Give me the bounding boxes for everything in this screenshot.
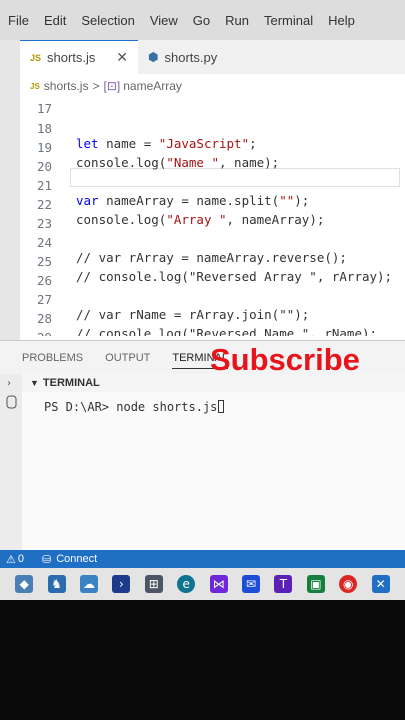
database-icon — [6, 395, 17, 409]
database-icon: ⛁ — [42, 553, 52, 566]
app-icon[interactable]: ▣ — [306, 575, 325, 593]
menu-help[interactable]: Help — [328, 13, 355, 28]
code-line: 28 // console.log("Reversed Name ", rNam… — [20, 296, 405, 336]
tab-label: shorts.js — [47, 50, 96, 65]
breadcrumb: JS shorts.js > [⊡] nameArray — [30, 76, 182, 96]
chevron-right-icon: › — [7, 378, 11, 389]
app-icon[interactable]: ◆ — [15, 575, 34, 593]
code-line: 19 console.log("Name ", name); — [20, 125, 405, 170]
menu-edit[interactable]: Edit — [44, 13, 66, 28]
problem-count: 0 — [17, 553, 24, 565]
menu-bar: File Edit Selection View Go Run Terminal… — [0, 0, 405, 40]
python-file-icon: ⬢ — [148, 50, 159, 64]
menu-file[interactable]: File — [8, 13, 29, 28]
panel-side-strip: › — [0, 374, 22, 550]
warning-icon: ⚠ — [6, 553, 16, 566]
breadcrumb-file[interactable]: shorts.js — [44, 79, 89, 93]
terminal-prompt: PS D:\AR> node shorts.js — [44, 400, 225, 414]
code-line: 21 var nameArray = name.split(""); — [20, 163, 405, 208]
connect-label: Connect — [56, 553, 98, 565]
terminal-title: TERMINAL — [42, 377, 100, 389]
network-icon[interactable]: ☁ — [80, 575, 99, 593]
visual-studio-icon[interactable]: ⋈ — [209, 575, 228, 593]
windows-taskbar: ◆ ♞ ☁ › ⊞ e ⋈ ✉ T ▣ ◉ ✕ — [0, 568, 405, 600]
edge-icon[interactable]: e — [177, 575, 196, 593]
js-file-icon: JS — [30, 81, 40, 91]
code-editor[interactable]: 17 18 let name = "JavaScript"; 19 consol… — [20, 96, 405, 336]
terminal-section-header[interactable]: ▼ TERMINAL — [22, 374, 405, 392]
close-icon[interactable]: ✕ — [116, 49, 128, 66]
terminal-area[interactable]: PS D:\AR> node shorts.js — [22, 392, 405, 550]
code-line: 17 — [20, 96, 405, 116]
outlook-icon[interactable]: ✉ — [242, 575, 261, 593]
line-number: 29 — [20, 330, 52, 336]
phone-bezel — [0, 600, 405, 720]
chrome-icon[interactable]: ◉ — [339, 575, 358, 593]
tab-label: shorts.py — [164, 49, 218, 65]
code-line: 23 — [20, 201, 405, 231]
js-file-icon: JS — [30, 52, 42, 63]
subscribe-overlay: Subscribe — [210, 342, 360, 377]
menu-go[interactable]: Go — [193, 13, 210, 28]
status-problems[interactable]: ⚠ 0 — [6, 553, 24, 566]
status-bar: ⚠ 0 ⛁ Connect — [0, 550, 405, 568]
screen: File Edit Selection View Go Run Terminal… — [0, 0, 405, 600]
code-line: 25 // console.log("Reversed Array ", rAr… — [20, 239, 405, 284]
breadcrumb-separator: > — [92, 79, 100, 93]
code-line: 18 let name = "JavaScript"; — [20, 106, 405, 151]
terminal-cursor — [218, 400, 225, 413]
teams-icon[interactable]: T — [274, 575, 293, 593]
prompt-text: PS D:\AR> node shorts.js — [44, 400, 218, 414]
menu-view[interactable]: View — [150, 13, 178, 28]
powershell-icon[interactable]: › — [112, 575, 131, 593]
menu-terminal[interactable]: Terminal — [264, 13, 313, 28]
code-line: 27 // var rName = rArray.join(""); — [20, 277, 405, 322]
code-line: 22 console.log("Array ", nameArray); — [20, 182, 405, 227]
editor-tab-bar: JS shorts.js ✕ ⬢ shorts.py — [20, 40, 405, 74]
tab-output[interactable]: OUTPUT — [105, 352, 150, 364]
menu-run[interactable]: Run — [225, 13, 249, 28]
panel-side-icons: › — [6, 378, 17, 409]
windows-icon[interactable]: ⊞ — [144, 575, 163, 593]
code-line: 20 — [20, 144, 405, 174]
code-line: 24 // var rArray = nameArray.reverse(); — [20, 220, 405, 265]
tab-problems[interactable]: PROBLEMS — [22, 352, 83, 364]
tab-shorts-js[interactable]: JS shorts.js ✕ — [20, 40, 138, 74]
chevron-down-icon: ▼ — [30, 378, 39, 388]
menu-selection[interactable]: Selection — [81, 13, 134, 28]
app-icon[interactable]: ♞ — [47, 575, 66, 593]
code-line: 29 — [20, 315, 405, 336]
status-connect[interactable]: ⛁ Connect — [42, 553, 97, 566]
variable-symbol-icon: [⊡] — [103, 79, 121, 93]
breadcrumb-symbol[interactable]: nameArray — [123, 79, 182, 93]
vscode-icon[interactable]: ✕ — [371, 575, 390, 593]
code-line: 26 — [20, 258, 405, 288]
tab-shorts-py[interactable]: ⬢ shorts.py — [138, 40, 227, 74]
